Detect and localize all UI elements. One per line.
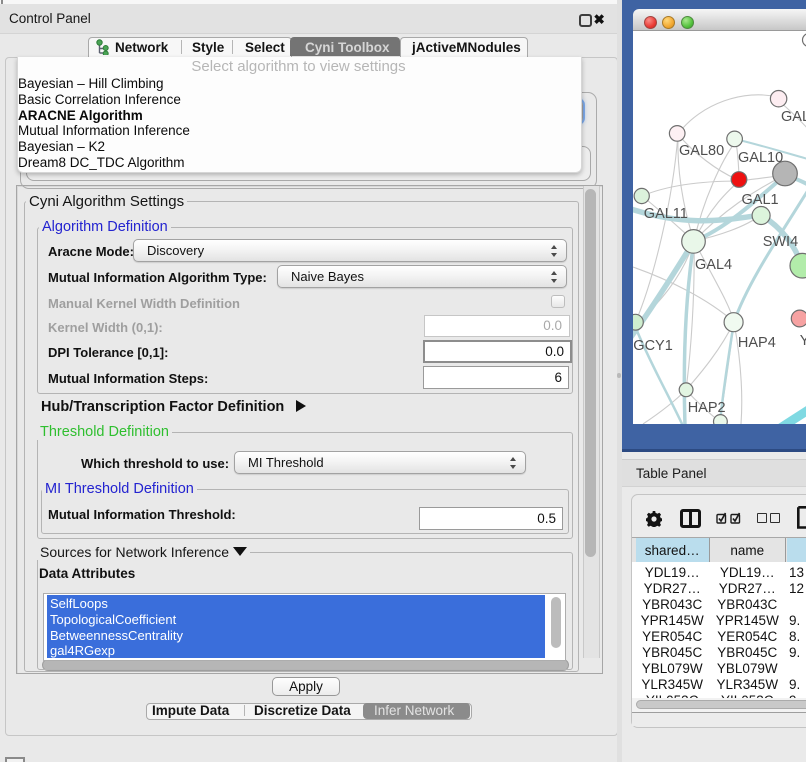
svg-text:GAL: GAL (781, 109, 806, 125)
svg-text:HAP2: HAP2 (688, 400, 726, 416)
svg-text:GAL4: GAL4 (695, 257, 732, 273)
svg-text:GAL11: GAL11 (644, 206, 688, 222)
svg-text:Y: Y (800, 333, 806, 349)
svg-text:GAL1: GAL1 (742, 192, 779, 208)
svg-text:GAL10: GAL10 (738, 150, 783, 166)
svg-text:GCY1: GCY1 (633, 338, 673, 354)
svg-text:GAL80: GAL80 (679, 143, 724, 159)
svg-text:SWI4: SWI4 (763, 234, 798, 250)
svg-text:HAP4: HAP4 (738, 335, 776, 351)
